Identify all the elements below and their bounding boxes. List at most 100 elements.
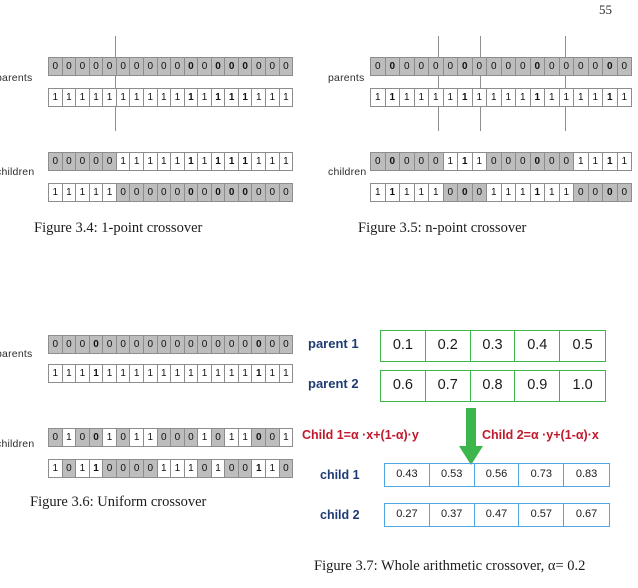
bit-cell: 0: [171, 336, 185, 353]
bit-cell: 0: [171, 429, 185, 446]
bit-cell: 0: [225, 336, 239, 353]
fig35-caption: Figure 3.5: n-point crossover: [358, 220, 527, 236]
bit-cell: 0: [211, 58, 226, 75]
bit-cell: 0: [252, 184, 266, 201]
bit-cell: 0: [76, 153, 90, 170]
bit-cell: 0: [588, 58, 603, 75]
bit-cell: 1: [472, 89, 487, 106]
figure-3-4: parents children 000000000000000000 1111…: [0, 0, 320, 250]
value-cell: 0.4: [515, 331, 561, 361]
fig37-parent1-label: parent 1: [308, 336, 359, 351]
bit-cell: 0: [116, 429, 131, 446]
bit-cell: 0: [62, 460, 77, 477]
fig35-parents-label: parents: [328, 72, 365, 84]
bit-cell: 0: [62, 58, 77, 75]
fig36-parent2-strip: 111111111111111111: [48, 364, 293, 383]
bit-cell: 1: [279, 89, 293, 106]
bit-cell: 0: [116, 460, 131, 477]
bit-cell: 0: [211, 184, 226, 201]
bit-cell: 0: [266, 58, 280, 75]
bit-cell: 1: [414, 89, 429, 106]
bit-cell: 0: [184, 184, 199, 201]
bit-cell: 1: [198, 365, 212, 382]
bit-cell: 1: [198, 153, 212, 170]
bit-cell: 1: [400, 89, 415, 106]
bit-cell: 0: [279, 460, 293, 477]
bit-cell: 0: [414, 153, 429, 170]
bit-cell: 1: [225, 153, 239, 170]
fig36-parents-label: parents: [0, 348, 33, 360]
bit-cell: 1: [400, 184, 415, 201]
bit-cell: 1: [501, 89, 516, 106]
bit-cell: 1: [184, 153, 199, 170]
bit-cell: 0: [279, 184, 293, 201]
bit-cell: 0: [62, 336, 77, 353]
bit-cell: 0: [516, 153, 531, 170]
bit-cell: 1: [89, 460, 104, 477]
value-cell: 0.5: [572, 337, 593, 353]
bit-cell: 1: [211, 153, 226, 170]
bit-cell: 1: [516, 89, 531, 106]
value-cell: 0.2: [426, 331, 471, 361]
fig34-children-label: children: [0, 166, 35, 178]
bit-cell: 0: [49, 429, 63, 446]
bit-cell: 0: [103, 336, 117, 353]
bit-cell: 1: [530, 89, 545, 106]
bit-cell: 1: [238, 365, 253, 382]
bit-cell: 0: [487, 58, 502, 75]
bit-cell: 1: [472, 153, 487, 170]
bit-cell: 0: [501, 58, 516, 75]
bit-cell: 0: [574, 184, 589, 201]
bit-cell: 1: [184, 460, 199, 477]
fig37-child2-row: 0.27 0.37 0.47 0.57 0.67: [384, 503, 610, 527]
bit-cell: 0: [545, 58, 560, 75]
fig37-child1-row: 0.43 0.53 0.56 0.73 0.83: [384, 463, 610, 487]
fig34-child1-strip: 000001111111111111: [48, 152, 293, 171]
figure-3-7: parent 1 0.1 0.2 0.3 0.4 0.5 parent 2 0.6 0.7…: [300, 320, 638, 588]
bit-cell: 1: [279, 153, 293, 170]
bit-cell: 0: [103, 460, 117, 477]
bit-cell: 0: [279, 336, 293, 353]
bit-cell: 0: [429, 153, 444, 170]
bit-cell: 0: [559, 58, 574, 75]
bit-cell: 1: [76, 184, 90, 201]
fig36-caption: Figure 3.6: Uniform crossover: [30, 494, 207, 510]
bit-cell: 0: [116, 58, 131, 75]
bit-cell: 1: [171, 89, 185, 106]
bit-cell: 1: [617, 89, 631, 106]
bit-cell: 1: [371, 89, 386, 106]
bit-cell: 0: [371, 153, 386, 170]
bit-cell: 0: [414, 58, 429, 75]
bit-cell: 0: [76, 336, 90, 353]
value-cell: 0.83: [575, 468, 598, 480]
bit-cell: 0: [238, 184, 253, 201]
bit-cell: 0: [443, 184, 458, 201]
bit-cell: 0: [198, 58, 212, 75]
bit-cell: 1: [62, 365, 77, 382]
bit-cell: 0: [184, 336, 199, 353]
bit-cell: 0: [157, 336, 172, 353]
bit-cell: 0: [545, 153, 560, 170]
bit-cell: 0: [588, 184, 603, 201]
bit-cell: 0: [103, 153, 117, 170]
bit-cell: 1: [458, 153, 473, 170]
bit-cell: 1: [143, 365, 158, 382]
fig36-child1-strip: 010010110001011001: [48, 428, 293, 447]
bit-cell: 1: [103, 184, 117, 201]
fig34-parent1-strip: 000000000000000000: [48, 57, 293, 76]
fig37-child1-label: child 1: [320, 468, 360, 482]
bit-cell: 0: [603, 58, 618, 75]
bit-cell: 0: [574, 58, 589, 75]
fig35-parent2-strip: 111111111111111111: [370, 88, 632, 107]
bit-cell: 0: [143, 58, 158, 75]
bit-cell: 1: [516, 184, 531, 201]
bit-cell: 1: [252, 89, 266, 106]
bit-cell: 1: [238, 429, 253, 446]
bit-cell: 0: [487, 153, 502, 170]
bit-cell: 0: [49, 58, 63, 75]
bit-cell: 0: [238, 58, 253, 75]
value-cell: 0.53: [430, 464, 475, 486]
bit-cell: 1: [385, 184, 400, 201]
bit-cell: 0: [62, 153, 77, 170]
bit-cell: 1: [116, 153, 131, 170]
